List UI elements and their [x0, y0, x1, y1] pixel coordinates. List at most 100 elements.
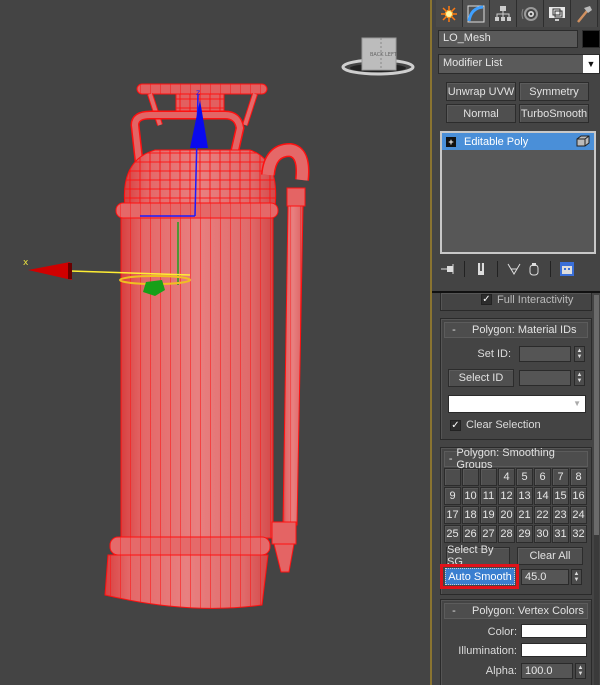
viewport-scene: BACK LEFT z x [23, 37, 415, 609]
perspective-viewport[interactable]: BACK LEFT z x [0, 0, 430, 685]
illumination-color-swatch[interactable] [521, 643, 587, 657]
rollout-vertex-colors: - Polygon: Vertex Colors Color: Illumina… [440, 599, 592, 685]
select-id-input[interactable] [519, 370, 571, 386]
command-panel-tabs [436, 0, 600, 28]
smoothing-group-button[interactable]: 20 [498, 506, 515, 524]
select-id-spinner[interactable]: ▲ ▼ [574, 370, 585, 386]
smoothing-group-button[interactable]: 21 [516, 506, 533, 524]
remove-modifier-button[interactable] [524, 259, 544, 279]
smoothing-group-button[interactable]: 19 [480, 506, 497, 524]
smoothing-group-button[interactable]: 26 [462, 525, 479, 543]
full-interactivity-checkbox[interactable]: ✓ [481, 294, 492, 305]
smoothing-group-button[interactable]: 25 [444, 525, 461, 543]
smoothing-group-button[interactable]: 11 [480, 487, 497, 505]
rollout-material-ids: - Polygon: Material IDs Set ID: ▲ ▼ Selec… [440, 318, 592, 440]
collapse-icon: - [452, 324, 456, 336]
tab-motion[interactable] [517, 0, 544, 27]
x-axis-arrow[interactable] [28, 262, 72, 280]
utilities-icon [577, 5, 592, 23]
symmetry-button[interactable]: Symmetry [519, 82, 589, 101]
smoothing-group-button[interactable]: 13 [516, 487, 533, 505]
smoothing-group-button[interactable]: 7 [552, 468, 569, 486]
smoothing-group-button[interactable]: 28 [498, 525, 515, 543]
modifier-list-dropdown[interactable]: Modifier List ▼ [438, 54, 600, 74]
smoothing-group-button[interactable]: 5 [516, 468, 533, 486]
modifier-stack[interactable]: + Editable Poly [440, 131, 596, 254]
smoothing-group-button[interactable]: 16 [570, 487, 587, 505]
show-end-result-button[interactable] [471, 259, 491, 279]
smoothing-group-button[interactable]: 32 [570, 525, 587, 543]
illumination-label: Illumination: [458, 645, 517, 657]
object-name-input[interactable]: LO_Mesh [438, 30, 578, 48]
smoothing-group-button[interactable]: 4 [498, 468, 515, 486]
tab-display[interactable] [544, 0, 571, 27]
set-id-label: Set ID: [477, 348, 511, 360]
expand-icon[interactable]: + [446, 136, 456, 147]
make-unique-icon [507, 263, 521, 275]
rollout-material-ids-header[interactable]: - Polygon: Material IDs [444, 322, 588, 338]
modify-icon [467, 5, 485, 22]
set-id-spinner[interactable]: ▲ ▼ [574, 346, 585, 362]
modifier-list-label: Modifier List [443, 57, 503, 69]
smoothing-group-button[interactable] [462, 468, 479, 486]
pin-stack-button[interactable] [438, 259, 458, 279]
viewcube[interactable]: BACK LEFT [341, 37, 415, 76]
smoothing-group-button[interactable]: 24 [570, 506, 587, 524]
rollout-title: Polygon: Vertex Colors [472, 605, 584, 617]
clear-all-button[interactable]: Clear All [517, 547, 583, 565]
smoothing-group-button[interactable]: 18 [462, 506, 479, 524]
scrollbar-thumb[interactable] [594, 295, 599, 535]
smoothing-group-button[interactable]: 12 [498, 487, 515, 505]
smoothing-group-button[interactable]: 31 [552, 525, 569, 543]
normal-button[interactable]: Normal [446, 104, 516, 123]
cube-icon [576, 135, 590, 147]
auto-smooth-button[interactable]: Auto Smooth [445, 568, 515, 585]
smoothing-group-button[interactable]: 23 [552, 506, 569, 524]
viewcube-left-label: LEFT [385, 52, 398, 58]
alpha-input[interactable]: 100.0 [521, 663, 573, 679]
unwrap-uvw-button[interactable]: Unwrap UVW [446, 82, 516, 101]
tab-modify[interactable] [463, 0, 490, 27]
smoothing-group-button[interactable]: 17 [444, 506, 461, 524]
select-by-sg-button[interactable]: Select By SG [446, 544, 510, 568]
smoothing-group-button[interactable]: 27 [480, 525, 497, 543]
configure-modifier-sets-button[interactable] [557, 259, 577, 279]
smoothing-group-button[interactable]: 8 [570, 468, 587, 486]
smoothing-group-button[interactable]: 6 [534, 468, 551, 486]
command-panel: LO_Mesh Modifier List ▼ Unwrap UVW Symme… [432, 0, 600, 685]
set-id-input[interactable] [519, 346, 571, 362]
smoothing-group-button[interactable] [444, 468, 461, 486]
tab-utilities[interactable] [571, 0, 598, 27]
tab-create[interactable] [436, 0, 463, 27]
smoothing-group-button[interactable]: 14 [534, 487, 551, 505]
alpha-spinner[interactable]: ▲ ▼ [575, 663, 586, 679]
auto-smooth-threshold-input[interactable]: 45.0 [521, 569, 569, 585]
tab-hierarchy[interactable] [490, 0, 517, 27]
stack-toolbar [438, 258, 598, 280]
z-axis-label: z [196, 88, 200, 97]
chevron-down-icon[interactable]: ▼ [583, 55, 599, 73]
rollout-smoothing-groups-header[interactable]: - Polygon: Smoothing Groups [444, 447, 588, 471]
command-panel-scrollbar[interactable] [594, 295, 599, 685]
stack-item-editable-poly[interactable]: + Editable Poly [442, 133, 594, 150]
smoothing-group-button[interactable]: 9 [444, 487, 461, 505]
smoothing-group-button[interactable]: 29 [516, 525, 533, 543]
smoothing-group-button[interactable]: 30 [534, 525, 551, 543]
clear-selection-checkbox[interactable]: ✓ [450, 420, 461, 431]
remove-modifier-icon [529, 263, 539, 276]
rollout-vertex-colors-header[interactable]: - Polygon: Vertex Colors [444, 603, 588, 619]
extinguisher-mesh[interactable] [104, 83, 310, 609]
material-name-dropdown[interactable]: ▼ [448, 395, 586, 413]
object-color-swatch[interactable] [582, 30, 600, 48]
turbosmooth-button[interactable]: TurboSmooth [519, 104, 589, 123]
smoothing-group-button[interactable] [480, 468, 497, 486]
make-unique-button[interactable] [504, 259, 524, 279]
rollout-title: Polygon: Material IDs [472, 324, 577, 336]
smoothing-group-button[interactable]: 10 [462, 487, 479, 505]
vertex-color-swatch[interactable] [521, 624, 587, 638]
select-id-button[interactable]: Select ID [448, 369, 514, 387]
smoothing-group-button[interactable]: 22 [534, 506, 551, 524]
smoothing-group-button[interactable]: 15 [552, 487, 569, 505]
auto-smooth-threshold-spinner[interactable]: ▲ ▼ [571, 569, 582, 585]
clear-selection-label: Clear Selection [466, 419, 541, 431]
